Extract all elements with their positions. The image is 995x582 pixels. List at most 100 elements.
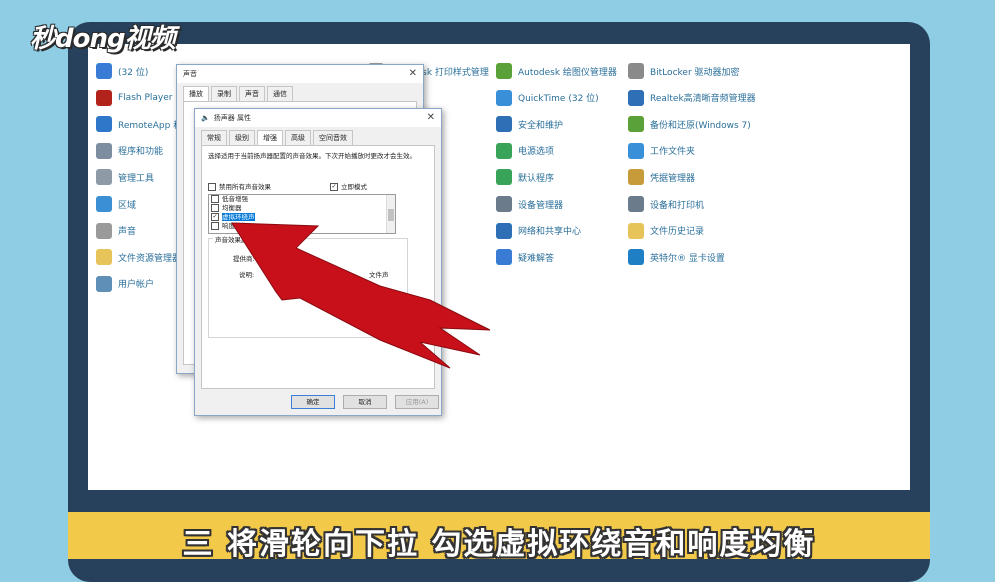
control-panel-item[interactable]: QuickTime (32 位): [496, 89, 599, 107]
realtek-icon: [628, 89, 644, 106]
effect-checkbox[interactable]: [211, 195, 219, 203]
control-panel-item[interactable]: 备份和还原(Windows 7): [628, 115, 751, 133]
control-panel-item-label: 默认程序: [518, 173, 555, 184]
control-panel-item[interactable]: 凭据管理器: [628, 168, 695, 186]
control-panel-item[interactable]: 工作文件夹: [628, 142, 695, 160]
control-panel-item[interactable]: Autodesk 绘图仪管理器: [496, 62, 617, 80]
control-panel-item-label: 设备和打印机: [650, 200, 705, 211]
effect-label: 虚拟环绕声: [222, 213, 255, 221]
flash-icon: [96, 89, 112, 106]
user-accounts-icon: [96, 275, 112, 292]
control-panel-item-label: 声音: [118, 227, 137, 238]
caption-bar: 三 将滑轮向下拉 勾选虚拟环绕音和响度均衡: [68, 512, 930, 562]
apply-button[interactable]: 应用(A): [395, 395, 439, 409]
control-panel-item[interactable]: Realtek高清晰音频管理器: [628, 89, 756, 107]
control-panel-item[interactable]: 文件资源管理器: [96, 248, 181, 266]
effects-list[interactable]: 低音增强 均衡器 ✓ 虚拟环绕声 响度均衡: [208, 194, 396, 234]
file-history-icon: [628, 222, 644, 239]
control-panel-item-label: 安全和维护: [518, 120, 564, 131]
control-panel-item[interactable]: (32 位): [96, 62, 148, 80]
effects-scrollbar[interactable]: [386, 195, 395, 233]
control-panel-item[interactable]: 区域: [96, 195, 136, 213]
control-panel-item-label: 程序和功能: [118, 147, 164, 158]
tab-spatial-sound[interactable]: 空间音效: [313, 130, 353, 145]
tab-communications[interactable]: 通信: [267, 86, 293, 101]
effect-list-item[interactable]: 响度均衡: [209, 222, 395, 231]
disable-all-label: 禁用所有声音效果: [219, 183, 271, 191]
control-panel-item[interactable]: Flash Player (: [96, 89, 179, 107]
tab-sounds[interactable]: 声音: [239, 86, 265, 101]
enhancements-pane: 选择适用于当前扬声器配置的声音效果。下次开始播放时更改才会生效。 禁用所有声音效…: [201, 145, 435, 389]
control-panel-item[interactable]: 疑难解答: [496, 248, 554, 266]
control-panel-item-label: RemoteApp 和: [118, 120, 183, 131]
control-panel-item-label: 文件资源管理器: [118, 253, 182, 264]
control-panel-item-label: Realtek高清晰音频管理器: [650, 94, 756, 105]
control-panel-item[interactable]: 设备管理器: [496, 195, 563, 213]
control-panel-item[interactable]: 管理工具: [96, 168, 154, 186]
speaker-icon: 🔈: [201, 114, 210, 122]
desktop-screen: (32 位) Flash Player ( RemoteApp 和程序和功能管理工具…: [88, 44, 910, 490]
control-panel-item-label: (32 位): [118, 67, 149, 78]
control-panel-item[interactable]: 网络和共享中心: [496, 222, 581, 240]
effect-list-item[interactable]: 低音增强: [209, 195, 395, 204]
disable-all-checkbox[interactable]: [208, 183, 216, 191]
control-panel-item-label: 用户帐户: [118, 280, 155, 291]
control-panel-item[interactable]: 英特尔® 显卡设置: [628, 248, 725, 266]
effect-checkbox[interactable]: ✓: [211, 213, 219, 221]
admin-tools-icon: [96, 169, 112, 186]
control-panel-item[interactable]: RemoteApp 和: [96, 115, 182, 133]
explorer-icon: [96, 249, 112, 266]
control-panel-item[interactable]: 电源选项: [496, 142, 554, 160]
power-icon: [496, 142, 512, 159]
ok-button[interactable]: 确定: [291, 395, 335, 409]
sound-dialog-titlebar: 声音 ✕: [177, 65, 423, 83]
control-panel-item[interactable]: 用户帐户: [96, 275, 154, 293]
bitlocker-icon: [628, 63, 644, 79]
close-icon[interactable]: ✕: [427, 112, 435, 123]
control-panel-item[interactable]: 安全和维护: [496, 115, 563, 133]
control-panel-item[interactable]: 默认程序: [496, 168, 554, 186]
effect-list-item[interactable]: 均衡器: [209, 204, 395, 213]
tab-recording[interactable]: 录制: [211, 86, 237, 101]
effect-list-item[interactable]: ✓ 虚拟环绕声: [209, 213, 395, 222]
scroll-thumb[interactable]: [388, 209, 394, 221]
disable-all-checkbox-row[interactable]: 禁用所有声音效果: [208, 181, 271, 191]
network-icon: [496, 222, 512, 239]
immediate-mode-label: 立即模式: [341, 183, 367, 191]
control-panel-item-label: 疑难解答: [518, 253, 555, 264]
tab-levels[interactable]: 级别: [229, 130, 255, 145]
control-panel-item-label: 备份和还原(Windows 7): [650, 120, 751, 131]
control-panel-item-label: QuickTime (32 位): [518, 94, 599, 105]
control-panel-item[interactable]: 声音: [96, 222, 136, 240]
remoteapp-icon: [96, 116, 112, 133]
cancel-button[interactable]: 取消: [343, 395, 387, 409]
control-panel-item[interactable]: 文件历史记录: [628, 222, 704, 240]
close-icon[interactable]: ✕: [409, 68, 417, 79]
extra-label: 文件声: [369, 271, 389, 279]
tab-enhancements[interactable]: 增强: [257, 130, 283, 145]
control-panel-item[interactable]: BitLocker 驱动器加密: [628, 62, 740, 80]
tab-playback[interactable]: 播放: [183, 86, 209, 101]
control-panel-item[interactable]: 设备和打印机: [628, 195, 704, 213]
control-panel-item-label: 凭据管理器: [650, 173, 696, 184]
control-panel-item-label: 工作文件夹: [650, 147, 696, 158]
plotter-icon: [496, 63, 512, 79]
immediate-mode-checkbox-row[interactable]: ✓ 立即模式: [330, 181, 367, 191]
provider-label: 提供商:: [233, 255, 255, 263]
troubleshoot-icon: [496, 249, 512, 266]
control-panel-item-label: 文件历史记录: [650, 227, 705, 238]
tab-general[interactable]: 常规: [201, 130, 227, 145]
effect-checkbox[interactable]: [211, 204, 219, 212]
effect-properties-group: 声音效果属性 提供商: 说明: 文件声: [208, 234, 408, 338]
region-icon: [96, 196, 112, 212]
immediate-mode-checkbox[interactable]: ✓: [330, 183, 338, 191]
effect-checkbox[interactable]: [211, 222, 219, 230]
control-panel-item-label: 设备管理器: [518, 200, 564, 211]
control-panel-item[interactable]: 程序和功能: [96, 142, 163, 160]
speaker-properties-dialog: 🔈 扬声器 属性 ✕ 常规 级别 增强 高级 空间音效 选择适用于当前扬声器配置…: [194, 108, 442, 416]
sound-dialog-title: 声音: [183, 70, 197, 78]
default-programs-icon: [496, 169, 512, 186]
tab-advanced[interactable]: 高级: [285, 130, 311, 145]
enhancements-description: 选择适用于当前扬声器配置的声音效果。下次开始播放时更改才会生效。: [208, 152, 416, 160]
control-panel-item-label: BitLocker 驱动器加密: [650, 67, 740, 78]
